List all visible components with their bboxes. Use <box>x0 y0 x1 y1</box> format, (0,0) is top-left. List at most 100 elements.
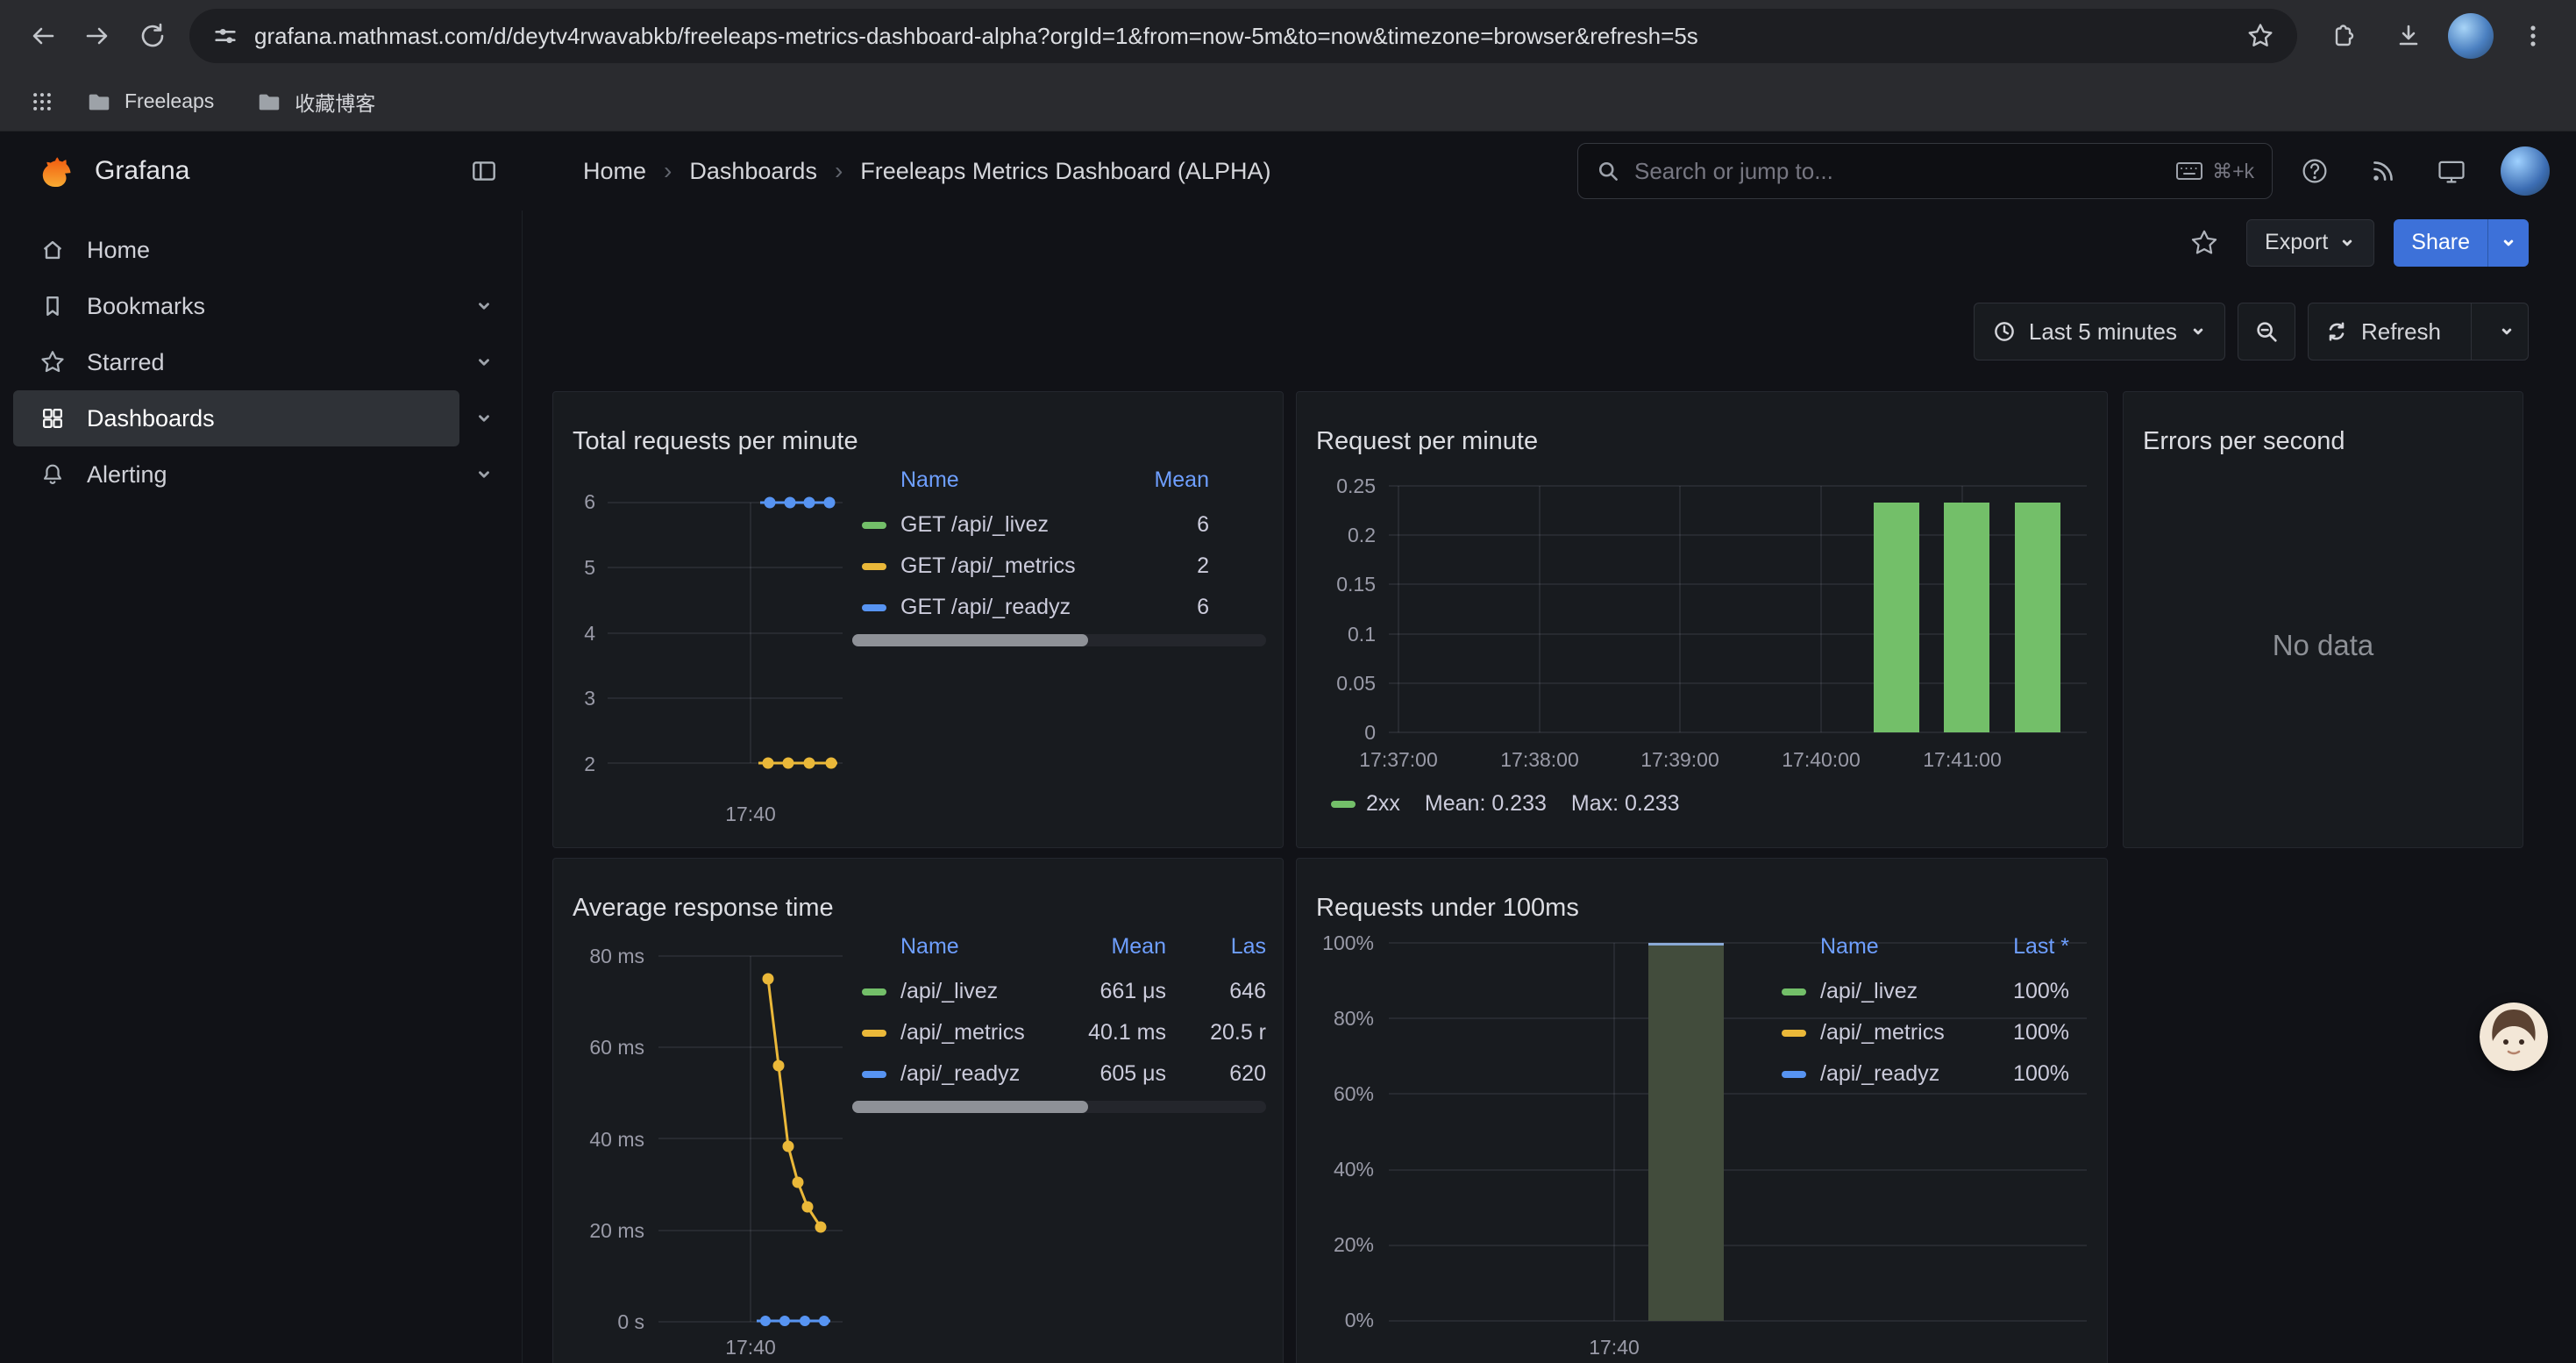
share-caret-button[interactable] <box>2487 219 2529 267</box>
y-tick-label: 3 <box>584 689 595 709</box>
browser-reload-button[interactable] <box>125 9 179 63</box>
sidebar-item-alerting: Alerting <box>13 446 509 503</box>
grafana-header: Grafana Home › Dashboards › Freeleaps Me… <box>0 132 2576 211</box>
panel-grid: Total requests per minute 65432 17:40 Na… <box>523 391 2576 1363</box>
series-swatch <box>1782 1030 1806 1037</box>
legend-series-name[interactable]: 2xx <box>1366 791 1400 817</box>
legend-value: 6 <box>1095 595 1209 620</box>
downloads-button[interactable] <box>2381 9 2436 63</box>
search-box[interactable]: ⌘+k <box>1577 143 2273 199</box>
y-tick-label: 60 ms <box>589 1038 644 1058</box>
mega-menu-dock-toggle[interactable] <box>466 153 502 189</box>
dashboard-actions: Export Share <box>2181 211 2529 275</box>
legend-row: /api/_metrics 100% <box>1772 1012 2087 1053</box>
home-icon <box>39 237 66 263</box>
user-avatar[interactable] <box>2501 146 2550 196</box>
legend-header: Name Last * <box>1772 929 2087 964</box>
breadcrumb-dashboards[interactable]: Dashboards <box>689 158 817 185</box>
expand-starred-button[interactable] <box>459 338 509 387</box>
series-swatch <box>862 563 886 570</box>
tv-mode-button[interactable] <box>2429 148 2474 194</box>
column-header-last[interactable]: Last * <box>1964 934 2069 960</box>
zoom-out-icon <box>2253 318 2280 345</box>
sidebar-item-label: Dashboards <box>87 405 215 432</box>
search-input[interactable] <box>1633 157 2175 186</box>
browser-back-button[interactable] <box>16 9 70 63</box>
browser-toolbar: grafana.mathmast.com/d/deytv4rwavabkb/fr… <box>0 0 2576 72</box>
series-swatch <box>862 1071 886 1078</box>
panel-title[interactable]: Average response time <box>573 894 834 923</box>
bookmark-folder-blogs[interactable]: 收藏博客 <box>256 87 375 117</box>
folder-icon <box>86 89 112 115</box>
panel-title[interactable]: Request per minute <box>1316 427 1538 456</box>
zoom-out-button[interactable] <box>2238 303 2295 360</box>
legend-series-name[interactable]: /api/_readyz <box>1820 1061 1964 1087</box>
bookmark-folder-freeleaps[interactable]: Freeleaps <box>86 89 214 115</box>
legend-row: GET /api/_readyz 6 <box>852 587 1266 628</box>
legend-series-name[interactable]: GET /api/_livez <box>900 512 1095 538</box>
column-header-last[interactable]: Las <box>1166 934 1266 960</box>
legend-series-name[interactable]: /api/_metrics <box>1820 1020 1964 1045</box>
legend-series-name[interactable]: /api/_livez <box>1820 979 1964 1004</box>
search-icon <box>1596 159 1620 183</box>
legend-last-value: 20.5 r <box>1166 1020 1266 1045</box>
column-header-mean[interactable]: Mean <box>1061 934 1166 960</box>
browser-menu-button[interactable] <box>2506 9 2560 63</box>
breadcrumb-separator: › <box>835 157 843 185</box>
chevron-down-icon <box>2189 323 2207 340</box>
panel-title[interactable]: Errors per second <box>2143 427 2345 456</box>
no-data-text: No data <box>2124 629 2523 662</box>
browser-profile-avatar[interactable] <box>2448 13 2494 59</box>
column-header-name[interactable]: Name <box>900 467 1095 493</box>
y-tick-label: 4 <box>584 624 595 644</box>
extensions-button[interactable] <box>2315 9 2369 63</box>
sidebar-item-label: Home <box>87 237 150 264</box>
legend-last-value: 620 <box>1166 1061 1266 1087</box>
h-scrollbar[interactable] <box>852 1101 1266 1113</box>
refresh-button[interactable]: Refresh <box>2309 303 2457 360</box>
h-scrollbar[interactable] <box>852 634 1266 646</box>
bookmark-star-icon[interactable] <box>2246 22 2274 50</box>
column-header-mean[interactable]: Mean <box>1095 467 1209 493</box>
legend-value: 6 <box>1095 512 1209 538</box>
legend-series-name[interactable]: /api/_readyz <box>900 1061 1061 1087</box>
favorite-dashboard-button[interactable] <box>2181 220 2227 266</box>
url-text: grafana.mathmast.com/d/deytv4rwavabkb/fr… <box>254 23 2246 50</box>
dashboard-main: Export Share Last 5 minutes Refresh <box>523 211 2576 1363</box>
legend-header: Name Mean Las <box>852 929 1266 964</box>
panel-title[interactable]: Requests under 100ms <box>1316 894 1579 923</box>
floating-assistant-avatar[interactable] <box>2480 1003 2548 1071</box>
column-header-name[interactable]: Name <box>1820 934 1964 960</box>
keyboard-icon <box>2175 161 2203 182</box>
y-tick-label: 0 s <box>617 1312 644 1332</box>
bookmarks-apps-button[interactable] <box>21 81 63 123</box>
refresh-interval-caret[interactable] <box>2486 303 2528 360</box>
column-header-name[interactable]: Name <box>900 934 1061 960</box>
legend-series-name[interactable]: /api/_livez <box>900 979 1061 1004</box>
grafana-logo[interactable] <box>37 152 75 190</box>
x-tick-label: 17:40:00 <box>1760 748 1882 772</box>
legend-series-name[interactable]: /api/_metrics <box>900 1020 1061 1045</box>
expand-dashboards-button[interactable] <box>459 394 509 443</box>
monitor-icon <box>2436 155 2467 187</box>
expand-alerting-button[interactable] <box>459 450 509 499</box>
breadcrumb-home[interactable]: Home <box>583 158 646 185</box>
legend-row: /api/_metrics 40.1 ms 20.5 r <box>852 1012 1266 1053</box>
panel-title[interactable]: Total requests per minute <box>573 427 858 456</box>
legend-mean-value: 40.1 ms <box>1061 1020 1166 1045</box>
news-button[interactable] <box>2360 148 2406 194</box>
legend-series-name[interactable]: GET /api/_readyz <box>900 595 1095 620</box>
expand-bookmarks-button[interactable] <box>459 282 509 331</box>
chevron-down-icon <box>473 296 495 317</box>
y-axis-ticks: 100%80%60%40%20%0% <box>1297 933 1374 1331</box>
omnibox[interactable]: grafana.mathmast.com/d/deytv4rwavabkb/fr… <box>189 9 2297 63</box>
time-range-button[interactable]: Last 5 minutes <box>1974 303 2225 360</box>
legend-series-name[interactable]: GET /api/_metrics <box>900 553 1095 579</box>
scroll-thumb[interactable] <box>852 1101 1088 1113</box>
help-button[interactable] <box>2292 148 2338 194</box>
share-button[interactable]: Share <box>2394 219 2487 267</box>
series-swatch <box>862 604 886 611</box>
export-button[interactable]: Export <box>2246 219 2374 267</box>
browser-forward-button[interactable] <box>70 9 125 63</box>
scroll-thumb[interactable] <box>852 634 1088 646</box>
